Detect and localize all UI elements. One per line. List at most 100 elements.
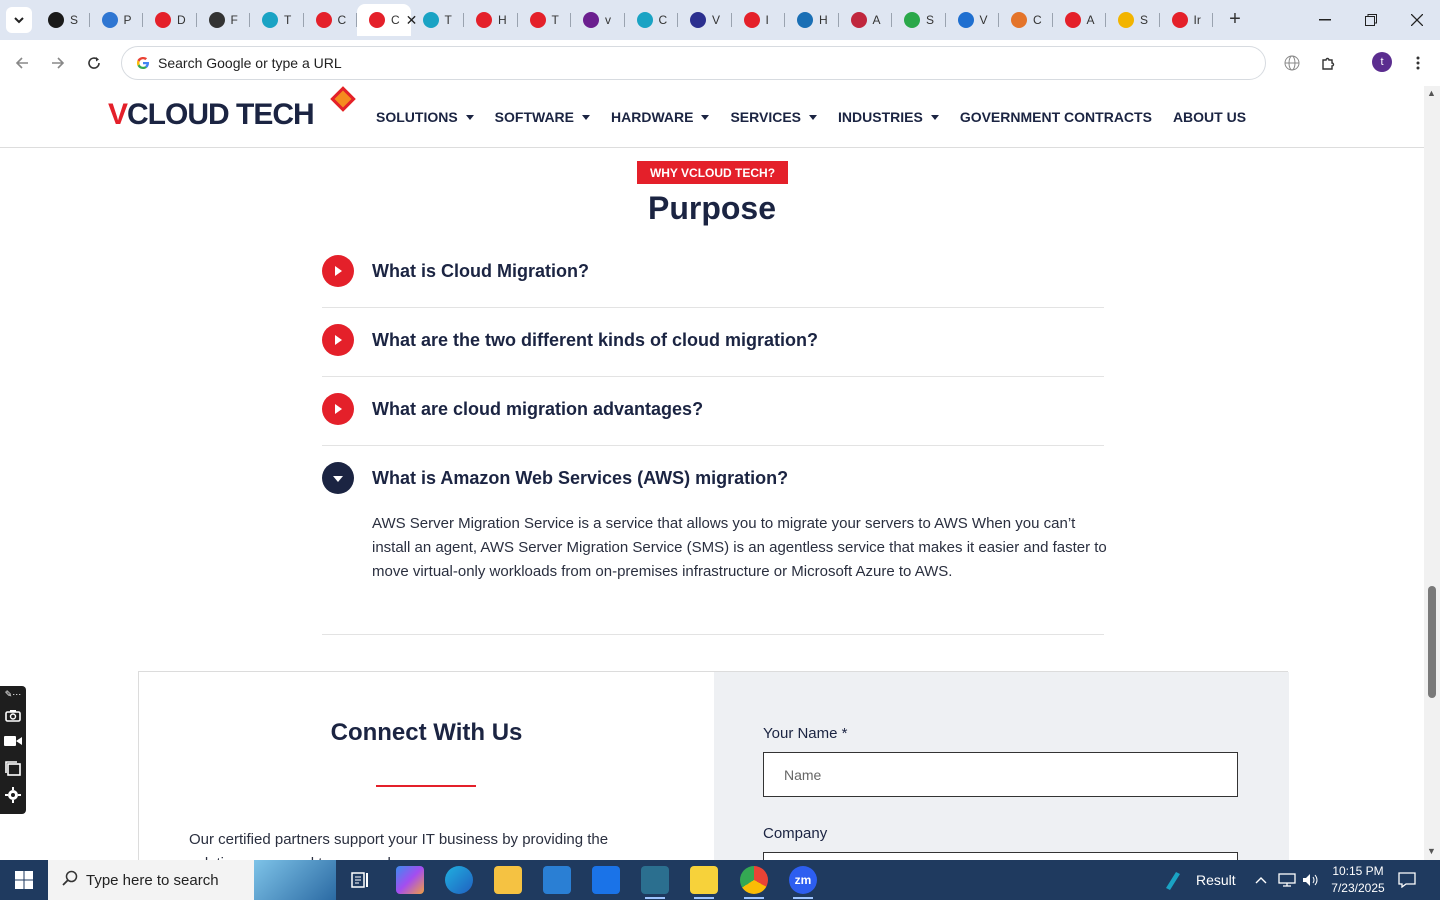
tab-title: H — [819, 13, 828, 27]
system-clock[interactable]: 10:15 PM 7/23/2025 — [1330, 863, 1386, 897]
extensions-button[interactable] — [1317, 51, 1341, 75]
browser-tab[interactable]: H — [464, 4, 518, 36]
clock-time: 10:15 PM — [1332, 864, 1384, 878]
faq-question[interactable]: What is Amazon Web Services (AWS) migrat… — [372, 468, 788, 489]
browser-tab[interactable]: V — [946, 4, 1000, 36]
nav-item-services[interactable]: SERVICES — [730, 109, 818, 125]
chrome-icon[interactable] — [740, 866, 768, 899]
browser-tab[interactable]: D — [143, 4, 197, 36]
tab-title: v — [605, 13, 611, 27]
scroll-down-icon[interactable]: ▼ — [1427, 846, 1436, 856]
tab-title: C — [658, 13, 668, 27]
favicon-icon — [155, 12, 171, 28]
tab-title: V — [979, 13, 988, 27]
store-icon[interactable] — [543, 866, 571, 894]
browser-tab[interactable]: Ir — [1160, 4, 1214, 36]
profile-avatar[interactable]: t — [1372, 52, 1392, 72]
browser-tab[interactable]: T — [518, 4, 572, 36]
nav-item-government-contracts[interactable]: GOVERNMENT CONTRACTS — [960, 109, 1152, 125]
tab-title: T — [444, 13, 452, 27]
sticky-notes-icon[interactable] — [690, 866, 718, 899]
camera-icon[interactable] — [4, 706, 22, 724]
browser-tab[interactable]: C ✕ — [357, 4, 417, 36]
restore-button[interactable] — [1356, 8, 1386, 32]
browser-tab[interactable]: I — [732, 4, 786, 36]
tab-title: H — [498, 13, 507, 27]
expand-arrow-icon[interactable] — [322, 255, 354, 287]
translate-button[interactable] — [1280, 51, 1304, 75]
file-explorer-icon[interactable] — [494, 866, 522, 894]
browser-menu-button[interactable] — [1406, 51, 1430, 75]
minimize-button[interactable] — [1310, 8, 1340, 32]
address-bar[interactable] — [121, 46, 1266, 80]
faq-question[interactable]: What is Cloud Migration? — [372, 261, 589, 282]
zoom-icon[interactable]: zm — [789, 866, 817, 899]
network-icon[interactable] — [1278, 860, 1296, 900]
new-tab-button[interactable]: + — [1224, 8, 1246, 30]
page-scrollbar[interactable]: ▲ ▼ — [1424, 86, 1440, 860]
faq-item: What are the two different kinds of clou… — [322, 310, 1104, 377]
browser-tab[interactable]: S — [1106, 4, 1160, 36]
browser-tabstrip: S P D F T C C ✕ T H Tv C V I H A S V C A S Ir + — [0, 0, 1440, 40]
notifications-icon[interactable] — [1398, 860, 1416, 900]
mail-icon[interactable] — [592, 866, 620, 894]
browser-tab[interactable]: S — [892, 4, 946, 36]
name-field[interactable] — [763, 752, 1238, 797]
nav-item-industries[interactable]: INDUSTRIES — [838, 109, 939, 125]
expand-arrow-icon[interactable] — [322, 393, 354, 425]
faq-question[interactable]: What are cloud migration advantages? — [372, 399, 703, 420]
nav-item-solutions[interactable]: SOLUTIONS — [376, 109, 474, 125]
address-input[interactable] — [158, 55, 1058, 71]
settings-gear-icon[interactable] — [4, 786, 22, 804]
browser-tab[interactable]: C — [625, 4, 679, 36]
browser-tab[interactable]: H — [785, 4, 839, 36]
app-icon[interactable] — [641, 866, 669, 899]
tray-chevron-icon[interactable] — [1255, 860, 1267, 900]
browser-tab[interactable]: F — [197, 4, 251, 36]
browser-tab[interactable]: P — [90, 4, 144, 36]
faq-question[interactable]: What are the two different kinds of clou… — [372, 330, 818, 351]
browser-tab[interactable]: v — [571, 4, 625, 36]
close-icon — [1411, 14, 1423, 26]
search-icon — [62, 870, 78, 890]
start-button[interactable] — [0, 860, 48, 900]
nav-item-about-us[interactable]: ABOUT US — [1173, 109, 1246, 125]
copilot-icon[interactable] — [396, 866, 424, 894]
edge-icon[interactable] — [445, 866, 473, 894]
scroll-up-icon[interactable]: ▲ — [1427, 88, 1436, 98]
tab-title: T — [284, 13, 292, 27]
faq-item: What is Amazon Web Services (AWS) migrat… — [322, 448, 1107, 635]
browser-tab[interactable]: C — [999, 4, 1053, 36]
browser-tab[interactable]: V — [678, 4, 732, 36]
nav-item-label: INDUSTRIES — [838, 109, 923, 125]
tab-search-button[interactable] — [6, 7, 32, 33]
collapse-arrow-icon[interactable] — [322, 462, 354, 494]
connect-title: Connect With Us — [330, 719, 523, 746]
company-field[interactable] — [763, 852, 1238, 860]
video-icon[interactable] — [4, 732, 22, 750]
back-button[interactable] — [10, 51, 34, 75]
nav-item-hardware[interactable]: HARDWARE — [611, 109, 710, 125]
browser-tab[interactable]: T — [250, 4, 304, 36]
connect-intro: Connect With Us Our certified partners s… — [139, 672, 714, 860]
nav-item-software[interactable]: SOFTWARE — [495, 109, 591, 125]
browser-tab[interactable]: S — [36, 4, 90, 36]
weather-widget[interactable]: Result — [1162, 860, 1236, 900]
browser-tab[interactable]: A — [1053, 4, 1107, 36]
close-window-button[interactable] — [1402, 8, 1432, 32]
taskbar-search[interactable]: Type here to search — [48, 860, 336, 900]
window-capture-icon[interactable] — [4, 759, 22, 777]
site-logo[interactable]: VCLOUD TECH — [108, 98, 315, 132]
browser-tab[interactable]: T — [411, 4, 465, 36]
reload-button[interactable] — [82, 51, 106, 75]
browser-tab[interactable]: A — [839, 4, 893, 36]
scrollbar-thumb[interactable] — [1428, 586, 1436, 698]
pin-icon[interactable]: ✎⋯ — [4, 689, 22, 699]
expand-arrow-icon[interactable] — [322, 324, 354, 356]
browser-tab[interactable]: C — [304, 4, 358, 36]
volume-icon[interactable] — [1302, 860, 1320, 900]
forward-button[interactable] — [46, 51, 70, 75]
task-view-icon[interactable] — [346, 866, 374, 894]
caret-down-icon — [465, 114, 474, 120]
tab-title: A — [1086, 13, 1095, 27]
